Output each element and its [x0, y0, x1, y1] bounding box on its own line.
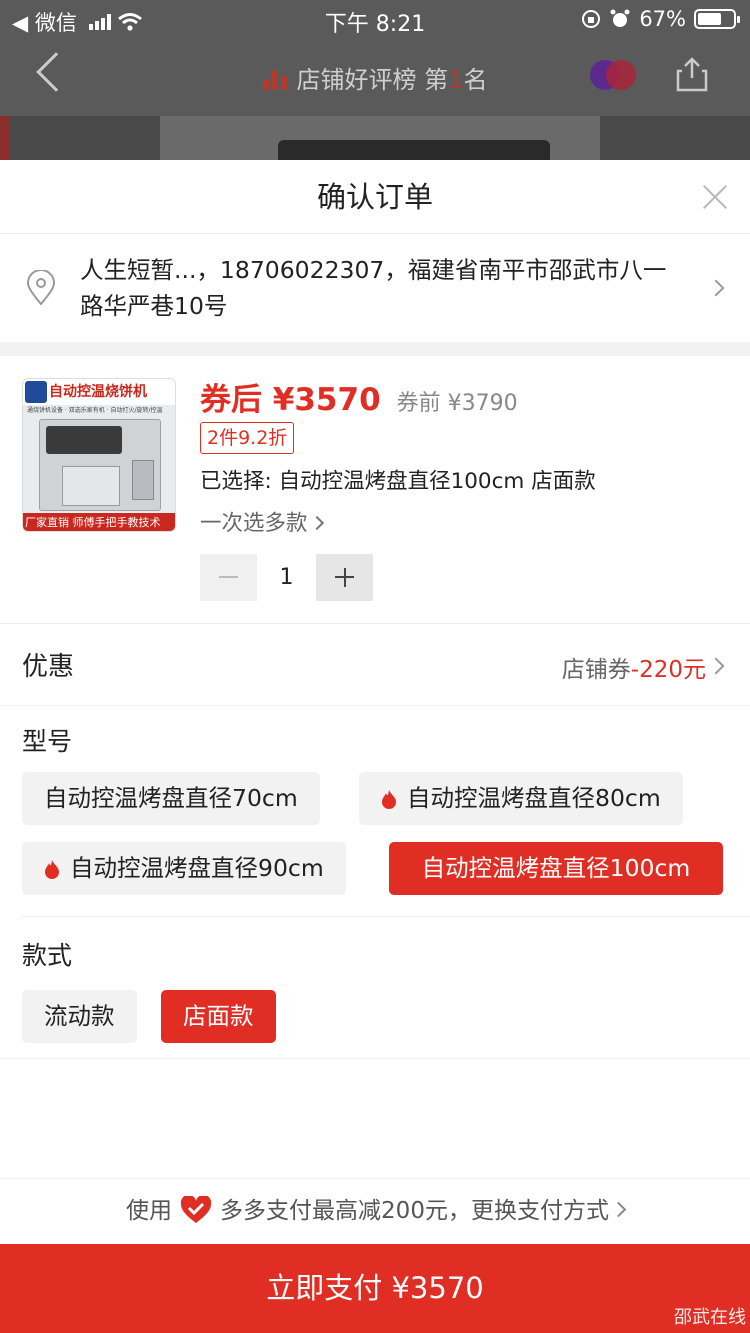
divider: [22, 916, 750, 917]
brand-logo-icon: [25, 381, 47, 403]
model-option[interactable]: 自动控温烤盘直径80cm: [359, 772, 683, 825]
pay-now-button[interactable]: 立即支付 ¥3570: [0, 1244, 750, 1333]
thumb-subtitle: 通烧饼机设备 · 双选乐家有机 · 自动打火/旋转/控温: [27, 407, 163, 414]
battery-percent: 67%: [639, 7, 686, 31]
promo-label: 优惠: [22, 652, 75, 682]
sheet-header: 确认订单: [0, 160, 750, 234]
product-photo-background: [0, 116, 750, 160]
quantity-value[interactable]: 1: [257, 565, 316, 590]
price-after-coupon: 券后 ¥3570: [200, 382, 381, 418]
chevron-right-icon: [610, 1201, 627, 1218]
model-section: 型号 自动控温烤盘直径70cm 自动控温烤盘直径80cm 自动控温烤盘直径90c…: [0, 706, 750, 918]
divider: [0, 1058, 750, 1059]
status-bar: ◀ 微信 下午 8:21 67%: [0, 0, 750, 38]
style-option[interactable]: 流动款: [22, 990, 137, 1043]
quantity-stepper: 1: [200, 554, 373, 601]
address-row[interactable]: 人生短暂...，18706022307，福建省南平市邵武市八一路华严巷10号: [0, 234, 750, 342]
sheet-title: 确认订单: [316, 180, 433, 214]
chevron-right-icon: [309, 515, 324, 531]
decrease-button[interactable]: [200, 554, 257, 601]
battery-icon: [694, 9, 740, 29]
chevron-right-icon: [707, 657, 725, 675]
style-title: 款式: [22, 941, 73, 970]
model-option[interactable]: 自动控温烤盘直径90cm: [22, 842, 346, 895]
multi-select-link[interactable]: 一次选多款: [200, 506, 324, 537]
coupon-value: -220元: [630, 657, 706, 683]
thumb-title: 自动控温烧饼机: [49, 384, 147, 400]
ranking-icon: [262, 70, 287, 90]
brand-logo-icon[interactable]: [590, 60, 636, 90]
machine-image: [39, 419, 161, 511]
close-icon[interactable]: [702, 184, 728, 210]
location-pin-icon: [26, 270, 56, 306]
watermark: 邵武在线: [674, 1307, 746, 1328]
confirm-order-sheet: 确认订单 人生短暂...，18706022307，福建省南平市邵武市八一路华严巷…: [0, 160, 750, 1333]
hot-flame-icon: [382, 789, 396, 809]
nav-bar: 店铺好评榜 第1名: [0, 38, 750, 116]
orientation-lock-icon: [582, 10, 601, 28]
promo-row[interactable]: 优惠 店铺券-220元: [0, 624, 750, 706]
increase-button[interactable]: [316, 554, 373, 601]
coupon-label: 店铺券: [561, 657, 631, 683]
discount-tag: 2件9.2折: [200, 422, 295, 454]
model-option-selected[interactable]: 自动控温烤盘直径100cm: [389, 842, 723, 895]
product-thumbnail[interactable]: 自动控温烧饼机 通烧饼机设备 · 双选乐家有机 · 自动打火/旋转/控温 厂家直…: [22, 378, 176, 532]
chevron-right-icon: [707, 279, 725, 297]
selected-spec: 已选择: 自动控温烤盘直径100cm 店面款: [200, 469, 596, 494]
thumb-bottom-text: 厂家直销 师傅手把手教技术: [25, 516, 161, 529]
model-title: 型号: [22, 727, 73, 756]
model-option[interactable]: 自动控温烤盘直径70cm: [22, 772, 320, 825]
address-text: 人生短暂...，18706022307，福建省南平市邵武市八一路华严巷10号: [80, 256, 667, 320]
alarm-icon: [610, 9, 630, 27]
section-gap: [0, 342, 750, 356]
nav-title[interactable]: 店铺好评榜 第1名: [0, 60, 750, 95]
payment-method-hint[interactable]: 使用 多多支付最高减200元，更换支付方式: [0, 1178, 750, 1244]
style-option-selected[interactable]: 店面款: [161, 990, 276, 1043]
hot-flame-icon: [45, 859, 59, 879]
price-before-coupon: 券前 ¥3790: [396, 391, 518, 416]
share-icon[interactable]: [676, 56, 708, 92]
product-section: 自动控温烧饼机 通烧饼机设备 · 双选乐家有机 · 自动打火/旋转/控温 厂家直…: [0, 356, 750, 624]
duoduo-pay-heart-icon: [180, 1196, 212, 1223]
style-section: 款式 流动款 店面款: [0, 918, 750, 1060]
